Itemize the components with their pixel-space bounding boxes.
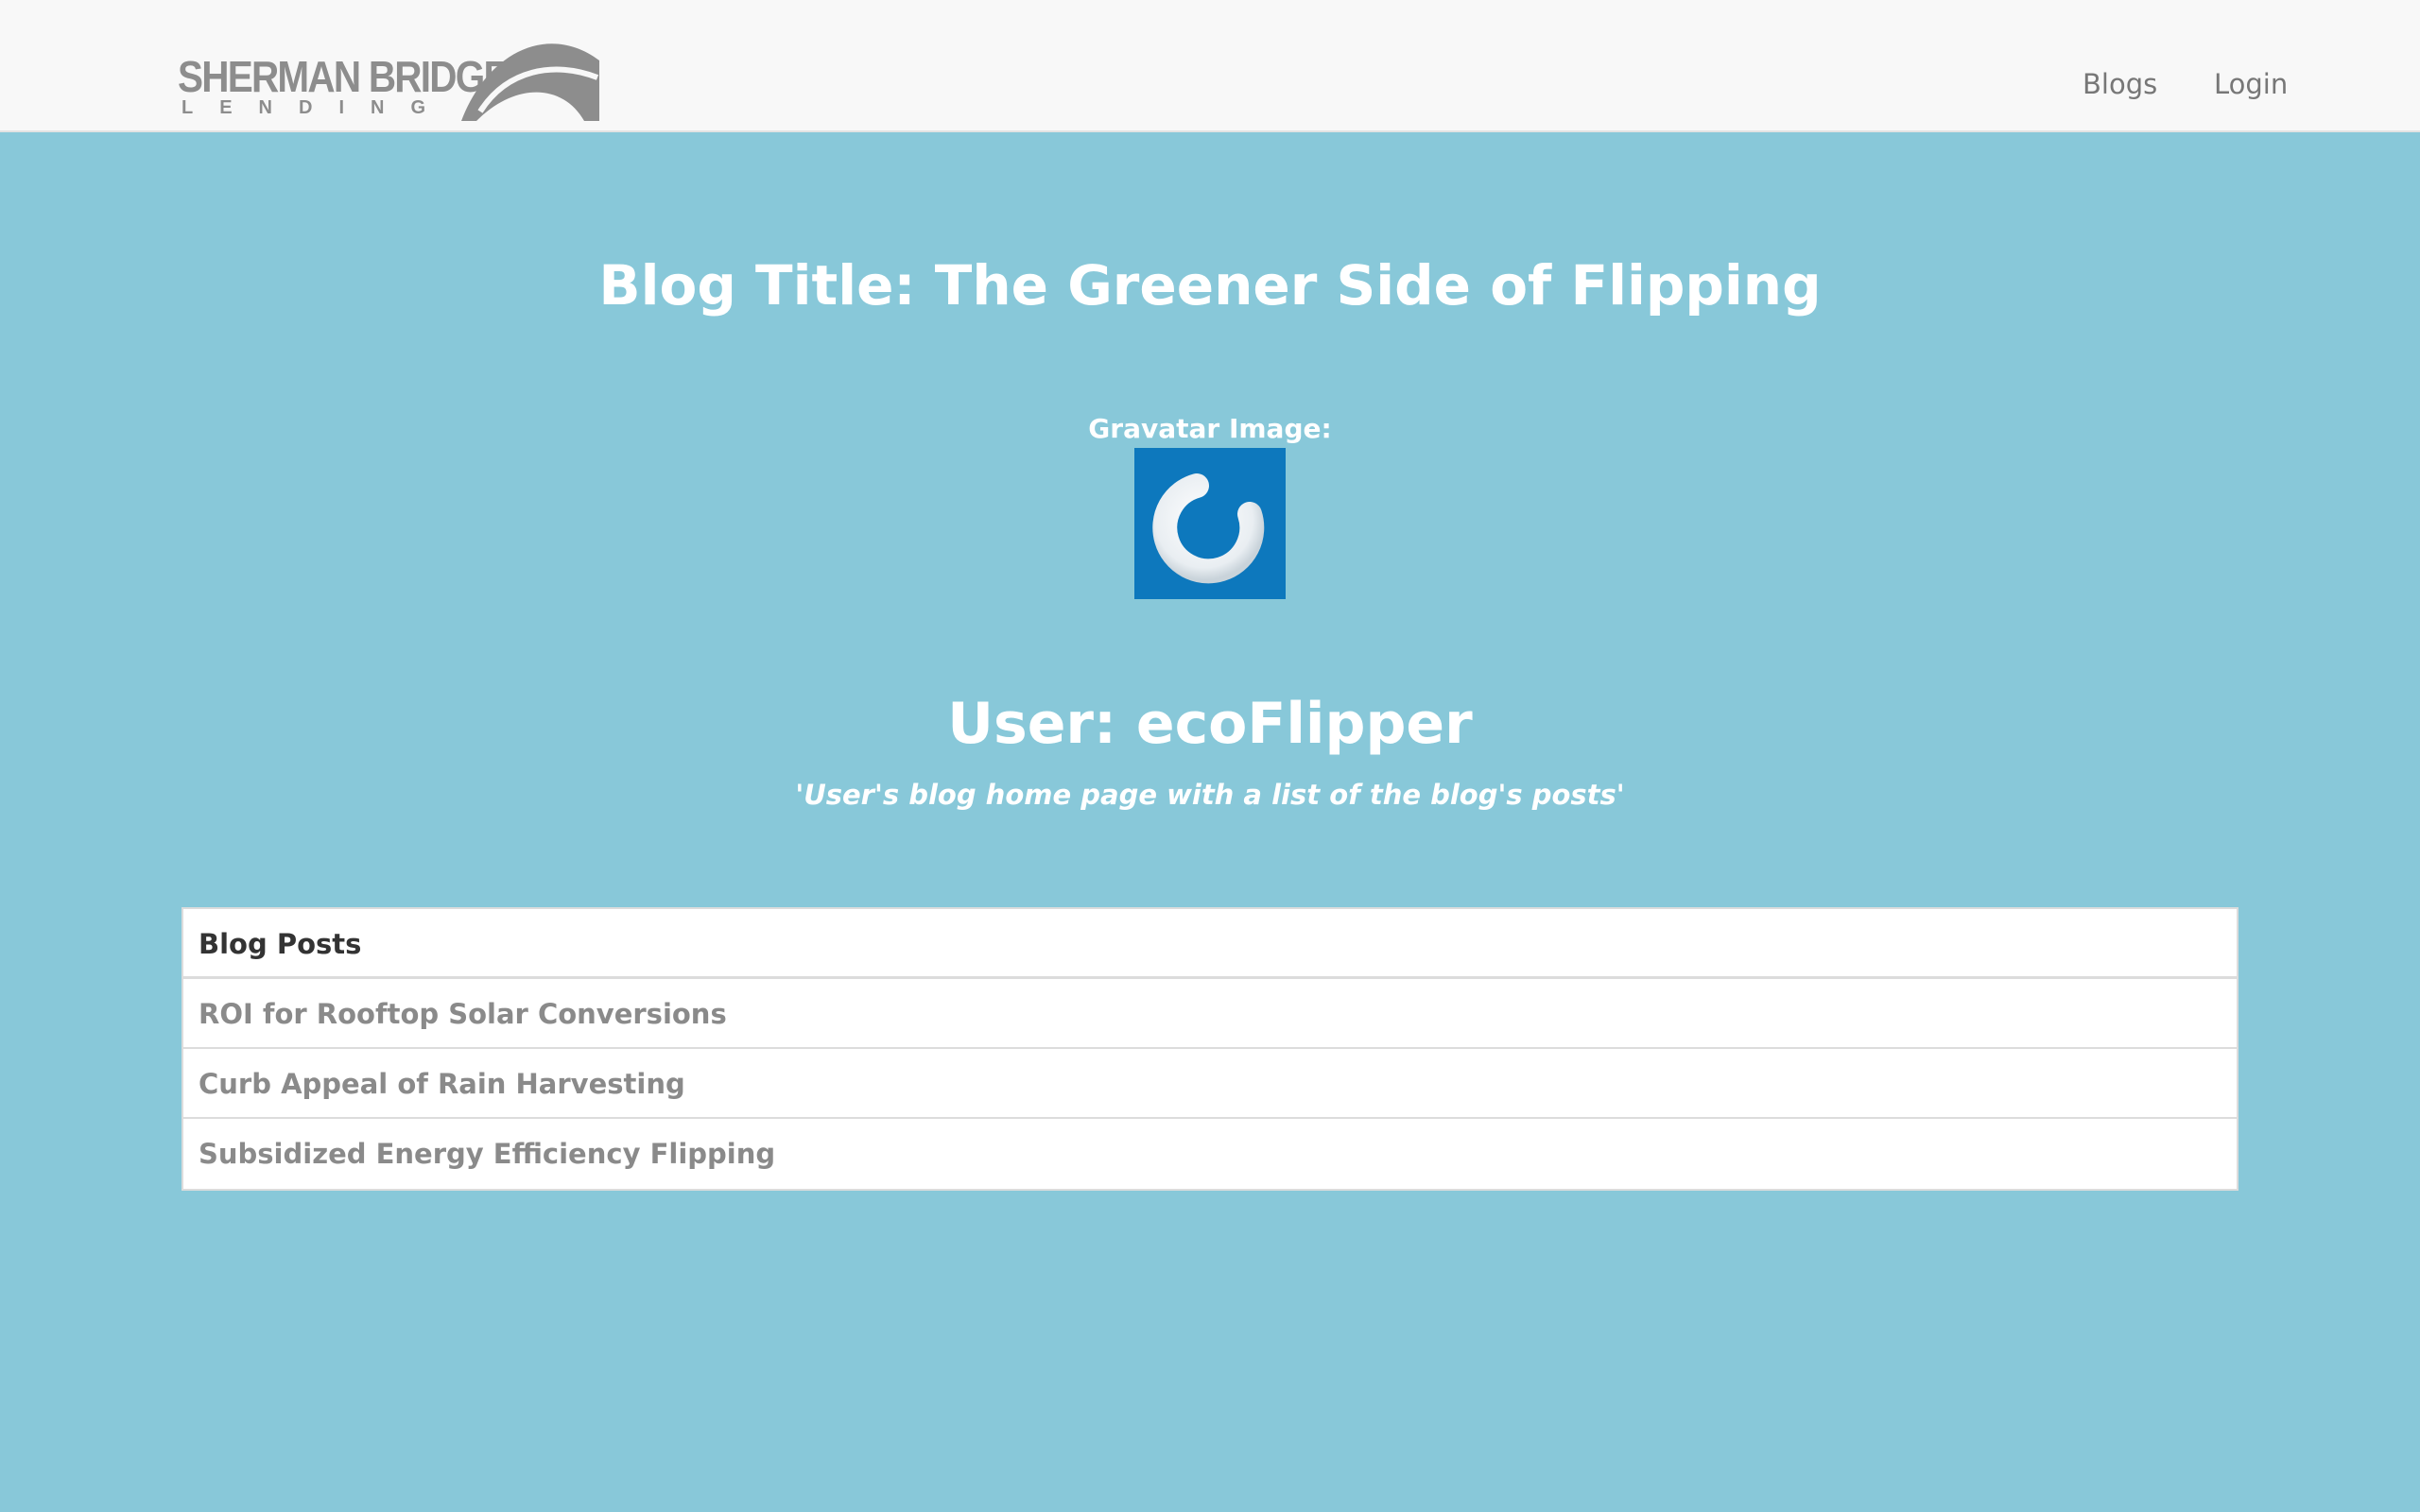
nav-login-link[interactable]: Login [2214,68,2288,100]
blog-posts-header: Blog Posts [183,909,2237,979]
sherman-bridge-logo[interactable]: SHERMAN BRIDGE LENDING [178,32,599,121]
blog-post-item[interactable]: Subsidized Energy Efficiency Flipping [183,1119,2237,1189]
blog-post-item[interactable]: ROI for Rooftop Solar Conversions [183,979,2237,1049]
logo-wordmark: SHERMAN BRIDGE [178,52,509,101]
gravatar-label: Gravatar Image: [1088,413,1332,444]
navbar: SHERMAN BRIDGE LENDING Blogs Login [0,0,2420,132]
blog-posts-panel: Blog Posts ROI for Rooftop Solar Convers… [182,907,2238,1191]
page-tagline: 'User's blog home page with a list of th… [795,779,1625,811]
gravatar-power-icon [1152,468,1265,584]
gravatar-image [1134,448,1286,599]
user-heading: User: ecoFlipper [947,691,1473,757]
logo-subtext: LENDING [182,97,452,118]
bridge-arc-icon [461,43,599,121]
blog-title: Blog Title: The Greener Side of Flipping [598,253,1822,318]
nav-blogs-link[interactable]: Blogs [2083,68,2157,100]
blog-post-item[interactable]: Curb Appeal of Rain Harvesting [183,1049,2237,1119]
